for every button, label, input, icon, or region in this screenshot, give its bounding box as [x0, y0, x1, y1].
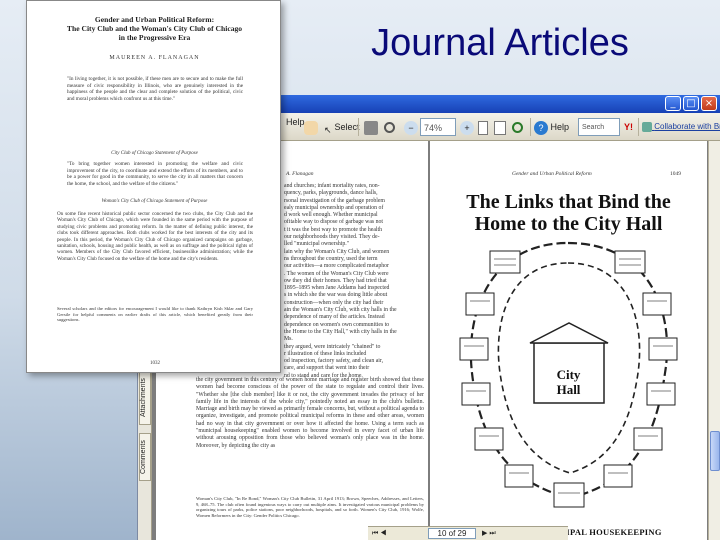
- zoom-select[interactable]: 74%: [420, 118, 456, 136]
- left-body-text-2: the city government in this century of w…: [196, 377, 424, 449]
- rotate-icon: [512, 122, 523, 134]
- right-running-head: Gender and Urban Political Reform: [512, 171, 592, 177]
- zoom-in-button[interactable]: +: [460, 118, 474, 136]
- article-title: Gender and Urban Political Reform: The C…: [37, 15, 272, 42]
- article-title-line3: in the Progressive Era: [118, 33, 191, 42]
- fit-page-button[interactable]: [478, 118, 488, 136]
- select-label: Select: [334, 122, 360, 132]
- prev-page-buttons[interactable]: ⏮ ◀: [372, 527, 387, 540]
- zoom-button[interactable]: [384, 118, 395, 136]
- help-button[interactable]: ? Help: [534, 118, 569, 136]
- menu-help[interactable]: Help: [286, 113, 305, 131]
- city-hall-label-1: City: [556, 367, 581, 382]
- page-indicator[interactable]: 10 of 29: [428, 528, 476, 539]
- minimize-button[interactable]: _: [665, 96, 681, 111]
- article-first-page: Gender and Urban Political Reform: The C…: [26, 0, 281, 373]
- city-club-statement-heading: City Club of Chicago Statement of Purpos…: [111, 151, 198, 156]
- left-running-head: A. Flanagan: [286, 171, 314, 177]
- article-footnotes: Several scholars and the editors for enc…: [57, 306, 253, 323]
- collaborate-link[interactable]: Collaborate with Browse: [642, 118, 720, 136]
- magnifier-icon: [384, 122, 395, 134]
- help-icon: ?: [534, 120, 548, 135]
- scroll-thumb[interactable]: [710, 431, 720, 471]
- camera-icon: [364, 120, 378, 135]
- fit-width-button[interactable]: [494, 118, 506, 136]
- vertical-scrollbar[interactable]: [708, 141, 720, 540]
- comments-tab[interactable]: Comments: [139, 433, 151, 481]
- left-footnotes: Woman's City Club, "In Re Bond," Woman's…: [196, 496, 424, 518]
- cursor-icon: ↖: [324, 124, 332, 135]
- article-opening-paragraph: "In living together, it is not possible,…: [67, 76, 243, 102]
- article-page-number: 1032: [150, 361, 160, 366]
- city-hall-label-2: Hall: [556, 382, 581, 397]
- article-main-text: On some fine recent historical public se…: [57, 211, 253, 262]
- zoom-out-icon: −: [404, 120, 418, 135]
- attachments-tab[interactable]: Attachments: [139, 371, 151, 425]
- maximize-button[interactable]: □: [683, 96, 699, 111]
- collaborate-label: Collaborate with Browse: [654, 122, 720, 131]
- slide-title: Journal Articles: [371, 22, 629, 64]
- help-label: Help: [550, 122, 570, 132]
- collaborate-icon: [642, 121, 652, 132]
- page-icon: [478, 120, 488, 135]
- article-author: MAUREEN A. FLANAGAN: [109, 55, 200, 61]
- zoom-out-button[interactable]: −: [404, 118, 418, 136]
- snapshot-button[interactable]: [364, 118, 378, 136]
- window-controls: _ □ ×: [665, 96, 717, 111]
- right-page: Gender and Urban Political Reform 1049 T…: [430, 141, 707, 540]
- next-page-buttons[interactable]: ▶ ⏭: [482, 527, 496, 540]
- womans-club-statement-heading: Woman's City Club of Chicago Statement o…: [101, 199, 208, 204]
- zoom-in-icon: +: [460, 120, 474, 135]
- illustration-title-line1: The Links that Bind the: [466, 191, 671, 213]
- status-bar: ⏮ ◀ 10 of 29 ▶ ⏭: [368, 526, 568, 540]
- fit-width-icon: [494, 120, 506, 135]
- left-body-text: and churches; infant mortality rates, no…: [284, 183, 397, 379]
- hand-icon: [304, 120, 318, 135]
- yahoo-icon[interactable]: Y!: [624, 118, 633, 136]
- close-button[interactable]: ×: [701, 96, 717, 111]
- article-second-paragraph: "To bring together women interested in p…: [67, 161, 243, 187]
- hand-tool-button[interactable]: [304, 118, 318, 136]
- search-web-input[interactable]: Search Web: [578, 118, 620, 149]
- rotate-button[interactable]: [512, 118, 523, 136]
- article-title-line1: Gender and Urban Political Reform:: [94, 15, 215, 24]
- article-title-line2: The City Club and the Woman's City Club …: [66, 24, 243, 33]
- right-page-number: 1049: [670, 171, 681, 177]
- select-button[interactable]: ↖ Select: [324, 118, 360, 136]
